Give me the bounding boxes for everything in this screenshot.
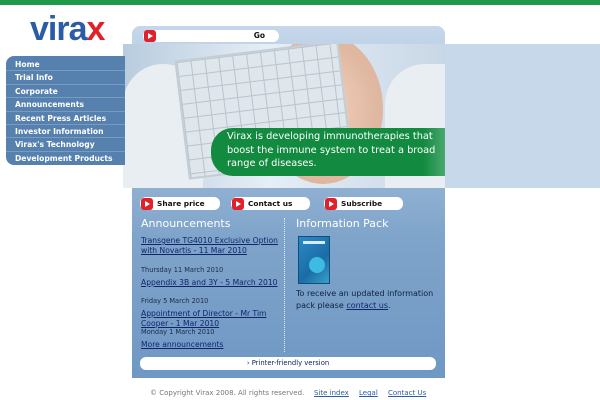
contact-us-label: Contact us [248,199,293,208]
announcement-link[interactable]: Transgene TG4010 Exclusive Option with N… [141,236,279,256]
virax-logo[interactable]: virax [30,10,106,48]
hero-banner: Virax is developing immunotherapies that… [123,44,445,188]
column-divider [284,218,285,352]
top-green-bar [0,0,600,5]
announcements-heading: Announcements [141,217,231,230]
arrow-right-icon [141,197,153,210]
info-pack-text-end: . [388,301,391,310]
hero-text: Virax is developing immunotherapies that… [227,131,436,169]
copyright-text: © Copyright Virax 2008. All rights reser… [150,389,305,397]
nav-item-development-products[interactable]: Development Products [6,152,125,165]
printer-friendly-link[interactable]: › Printer-friendly version [140,357,436,370]
contact-us-footer-link[interactable]: Contact Us [388,389,426,397]
announcement-date: Thursday 11 March 2010 [141,266,224,274]
legal-link[interactable]: Legal [359,389,378,397]
share-price-label: Share price [157,199,205,208]
book-title-strip [303,241,325,244]
more-announcements-link[interactable]: More announcements [141,340,279,350]
contact-us-link[interactable]: contact us [346,301,388,310]
arrow-right-icon [325,197,337,210]
information-pack-text: To receive an updated information pack p… [296,288,436,312]
left-navigation: Home Trial Info Corporate Announcements … [6,56,125,165]
arrow-right-icon [232,197,244,210]
information-pack-image[interactable] [298,236,330,284]
contact-us-button[interactable]: Contact us [231,197,310,210]
nav-item-home[interactable]: Home [6,58,125,72]
arrow-right-icon [144,30,156,42]
share-price-button[interactable]: Share price [140,197,220,210]
information-pack-heading: Information Pack [296,217,389,230]
nav-item-trial-info[interactable]: Trial Info [6,71,125,85]
logo-main: vira [30,10,87,48]
right-background-panel [445,44,600,188]
nav-item-announcements[interactable]: Announcements [6,98,125,112]
nav-item-recent-press-articles[interactable]: Recent Press Articles [6,112,125,125]
nav-item-corporate[interactable]: Corporate [6,85,125,99]
book-cover-graphic [309,257,325,273]
announcement-date: Friday 5 March 2010 [141,297,209,305]
subscribe-label: Subscribe [341,199,383,208]
nav-item-viraxs-technology[interactable]: Virax's Technology [6,138,125,152]
logo-accent: x [86,10,106,48]
site-index-link[interactable]: Site index [314,389,349,397]
go-button[interactable]: Go [254,30,265,42]
announcement-date: Monday 1 March 2010 [141,328,215,336]
announcement-link[interactable]: Appointment of Director - Mr Tim Cooper … [141,309,279,329]
nav-item-investor-information[interactable]: Investor Information [6,125,125,139]
search-bar[interactable]: Go [143,30,279,42]
subscribe-button[interactable]: Subscribe [324,197,403,210]
announcement-link[interactable]: Appendix 3B and 3Y - 5 March 2010 [141,278,279,288]
